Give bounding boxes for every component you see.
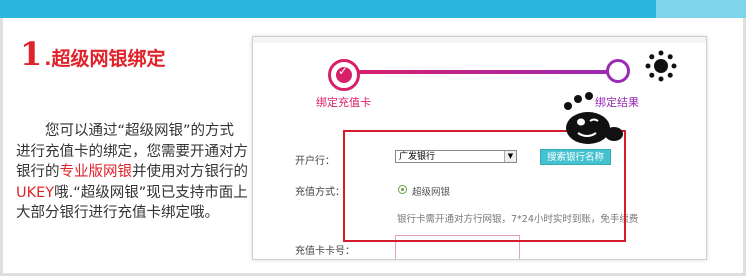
panel-top-strip bbox=[253, 37, 706, 43]
top-banner-accent bbox=[656, 0, 746, 18]
step-1-label: 绑定充值卡 bbox=[316, 96, 371, 109]
description-part-2: 并使用对方银行的 bbox=[132, 164, 248, 180]
check-icon: ✓ bbox=[337, 64, 349, 78]
frame-left-border bbox=[0, 18, 3, 276]
description-text: 您可以通过“超级网银”的方式进行充值卡的绑定，您需要开通对方银行的专业版网银并使… bbox=[16, 121, 248, 224]
card-number-label: 充值卡卡号： bbox=[295, 246, 355, 257]
step-2-indicator bbox=[606, 59, 630, 83]
description-highlight-pro-banking: 专业版网银 bbox=[59, 164, 133, 180]
bank-field-label: 开户行： bbox=[295, 156, 335, 167]
section-heading: 1 .超级网银绑定 bbox=[20, 38, 165, 71]
top-banner-bar bbox=[0, 0, 746, 18]
sun-icon bbox=[645, 50, 677, 82]
section-number: 1 bbox=[20, 35, 43, 73]
progress-line bbox=[353, 70, 618, 74]
section-title: .超级网银绑定 bbox=[44, 48, 166, 70]
description-highlight-ukey: UKEY bbox=[16, 184, 55, 201]
method-field-label: 充值方式： bbox=[295, 187, 345, 198]
mascot-blob bbox=[564, 92, 623, 144]
